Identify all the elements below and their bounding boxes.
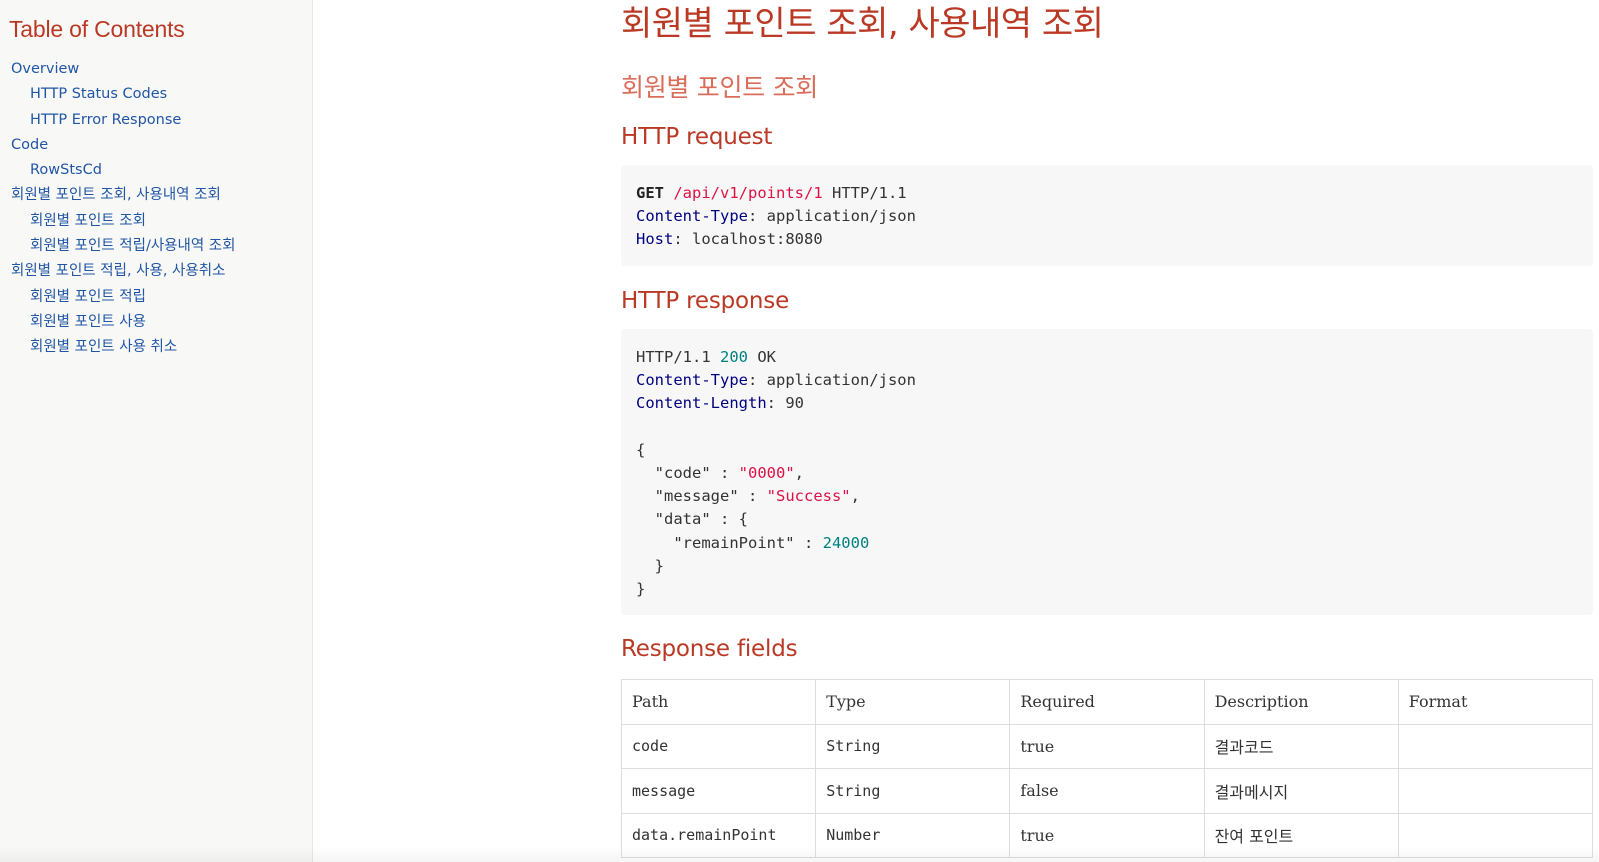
http-request-code-block: GET /api/v1/points/1 HTTP/1.1 Content-Ty… — [621, 165, 1593, 266]
cell-type: String — [815, 768, 1011, 814]
toc-link-point-use[interactable]: 회원별 포인트 사용 — [0, 310, 312, 335]
toc-item: 회원별 포인트 사용 — [0, 310, 312, 335]
response-status-code: 200 — [720, 348, 748, 366]
request-header-value: localhost:8080 — [692, 230, 823, 249]
toc-item: Overview — [0, 57, 312, 82]
toc-item: 회원별 포인트 조회 — [0, 209, 312, 234]
cell-description: 결과메시지 — [1203, 768, 1399, 814]
toc-item: 회원별 포인트 적립, 사용, 사용취소 — [0, 259, 312, 284]
toc-link-point-history[interactable]: 회원별 포인트 적립/사용내역 조회 — [0, 234, 312, 259]
response-protocol: HTTP/1.1 — [636, 348, 720, 366]
toc-list: Overview HTTP Status Codes HTTP Error Re… — [0, 57, 312, 361]
cell-required: true — [1009, 723, 1205, 769]
json-key-message: "message" : — [636, 487, 767, 506]
request-header-name: Host — [636, 230, 674, 249]
toc-item: 회원별 포인트 사용 취소 — [0, 335, 312, 360]
cell-type: String — [815, 723, 1011, 769]
column-header-required: Required — [1009, 679, 1205, 725]
toc-link-point-earn-use-section[interactable]: 회원별 포인트 적립, 사용, 사용취소 — [0, 259, 312, 284]
toc-link-point-inquiry-section[interactable]: 회원별 포인트 조회, 사용내역 조회 — [0, 183, 312, 208]
cell-format — [1397, 768, 1594, 814]
request-header-value: application/json — [766, 207, 916, 226]
table-header: Path Type Required Description Format — [620, 679, 1594, 725]
column-header-type: Type — [815, 679, 1011, 725]
toc-item: 회원별 포인트 적립 — [0, 285, 312, 310]
column-header-format: Format — [1397, 679, 1594, 725]
toc-link-point-inquiry[interactable]: 회원별 포인트 조회 — [0, 209, 312, 234]
json-key-remain-point: "remainPoint" : — [636, 533, 823, 552]
cell-format — [1397, 723, 1594, 769]
response-header-name: Content-Length — [636, 394, 767, 413]
request-method: GET — [636, 184, 664, 202]
toc-title: Table of Contents — [9, 16, 185, 42]
cell-path: code — [620, 723, 817, 769]
toc-link-point-use-cancel[interactable]: 회원별 포인트 사용 취소 — [0, 335, 312, 360]
table-of-contents-sidebar: Table of Contents Overview HTTP Status C… — [0, 0, 313, 862]
toc-link-http-error-response[interactable]: HTTP Error Response — [0, 108, 312, 133]
request-path: /api/v1/points/1 — [673, 184, 823, 202]
cell-path: message — [620, 768, 817, 814]
http-request-heading: HTTP request — [621, 124, 773, 150]
toc-item: HTTP Error Response — [0, 108, 312, 133]
toc-item: HTTP Status Codes — [0, 82, 312, 107]
column-header-description: Description — [1203, 679, 1399, 725]
toc-item: 회원별 포인트 적립/사용내역 조회 — [0, 234, 312, 259]
toc-link-code[interactable]: Code — [0, 133, 312, 158]
json-key-data: "data" : { — [636, 510, 748, 529]
json-key-code: "code" : — [636, 464, 739, 483]
json-data-close-brace: } — [636, 556, 664, 575]
response-header-name: Content-Type — [636, 371, 748, 390]
section-title: 회원별 포인트 조회 — [621, 73, 818, 102]
toc-item: Code — [0, 133, 312, 158]
request-header-name: Content-Type — [636, 207, 748, 226]
table-row: message String false 결과메시지 — [620, 768, 1594, 814]
table-body: code String true 결과코드 message String fal… — [620, 723, 1594, 858]
response-fields-heading: Response fields — [621, 636, 798, 662]
bottom-shadow — [0, 846, 1599, 862]
toc-item: RowStsCd — [0, 158, 312, 183]
page-title: 회원별 포인트 조회, 사용내역 조회 — [621, 4, 1104, 44]
response-status-text: OK — [748, 348, 776, 366]
toc-link-http-status-codes[interactable]: HTTP Status Codes — [0, 82, 312, 107]
cell-description: 결과코드 — [1203, 723, 1399, 769]
json-value-code: "0000" — [738, 464, 795, 483]
json-value-message: "Success" — [766, 487, 851, 506]
table-row: code String true 결과코드 — [620, 723, 1594, 769]
http-response-code-block: HTTP/1.1 200 OK Content-Type: applicatio… — [621, 329, 1593, 615]
column-header-path: Path — [620, 679, 817, 725]
json-value-remain-point: 24000 — [822, 533, 870, 552]
toc-link-point-earn[interactable]: 회원별 포인트 적립 — [0, 285, 312, 310]
request-protocol: HTTP/1.1 — [822, 184, 907, 202]
toc-link-overview[interactable]: Overview — [0, 57, 312, 82]
cell-required: false — [1009, 768, 1205, 814]
json-close-brace: } — [636, 580, 646, 599]
response-header-value: application/json — [766, 371, 916, 390]
response-fields-table: Path Type Required Description Format co… — [620, 679, 1594, 858]
toc-item: 회원별 포인트 조회, 사용내역 조회 — [0, 183, 312, 208]
toc-link-rowstscd[interactable]: RowStsCd — [0, 158, 312, 183]
json-open-brace: { — [636, 440, 646, 459]
table-header-row: Path Type Required Description Format — [620, 679, 1594, 725]
response-header-value: 90 — [785, 394, 804, 413]
http-response-heading: HTTP response — [621, 288, 790, 314]
